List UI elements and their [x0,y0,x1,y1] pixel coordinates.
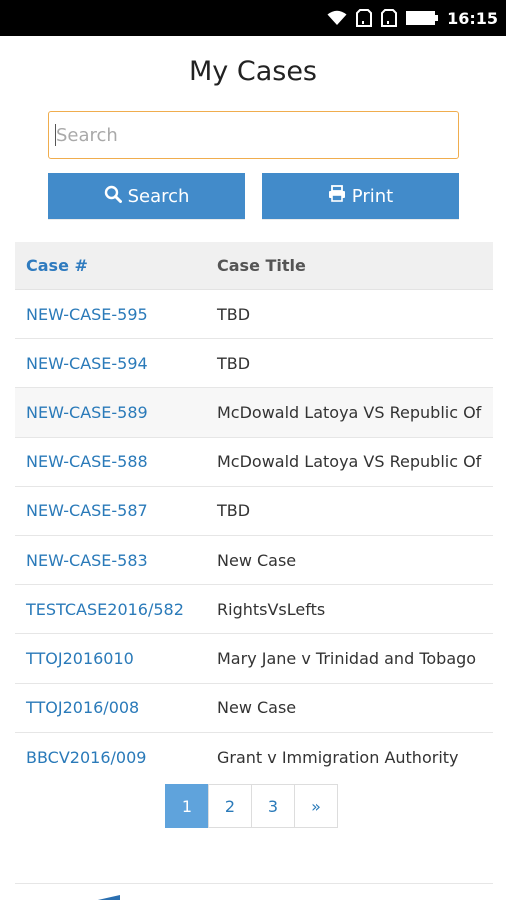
table-row[interactable]: NEW-CASE-587 TBD [15,487,493,536]
case-title: Grant v Immigration Authority [217,747,459,767]
wifi-icon [327,10,347,26]
search-icon [104,185,122,208]
battery-icon [406,11,439,25]
case-title: New Case [217,698,297,718]
case-title: RightsVsLefts [217,599,326,619]
table-row[interactable]: NEW-CASE-588 McDowald Latoya VS Republic… [15,438,493,487]
column-header-case-number[interactable]: Case # [15,256,207,275]
status-bar: 16:15 [0,0,506,36]
next-page-button[interactable]: » [294,784,338,828]
case-number-link[interactable]: NEW-CASE-594 [15,354,207,373]
case-number-link[interactable]: NEW-CASE-583 [15,551,207,570]
sim-icon [356,9,373,27]
text-cursor [55,124,56,146]
case-number-link[interactable]: BBCV2016/009 [15,748,207,767]
page-1-button[interactable]: 1 [165,784,209,828]
case-title: McDowald Latoya VS Republic Of [217,402,482,422]
table-row[interactable]: NEW-CASE-594 TBD [15,339,493,389]
table-row[interactable]: NEW-CASE-583 New Case [15,536,493,586]
case-number-link[interactable]: TTOJ2016/008 [15,698,207,717]
table-row[interactable]: BBCV2016/009 Grant v Immigration Authori… [15,733,493,782]
case-number-link[interactable]: NEW-CASE-587 [15,501,207,520]
table-row[interactable]: NEW-CASE-589 McDowald Latoya VS Republic… [15,388,493,438]
case-number-link[interactable]: TESTCASE2016/582 [15,600,207,619]
search-button[interactable]: Search [48,173,245,219]
column-header-case-title: Case Title [217,256,306,275]
table-row[interactable]: TTOJ2016/008 New Case [15,684,493,733]
case-number-link[interactable]: TTOJ2016010 [15,649,207,668]
case-number-link[interactable]: NEW-CASE-595 [15,305,207,324]
footer-divider [15,883,493,884]
case-title: TBD [217,353,251,373]
case-title: Mary Jane v Trinidad and Tobago [217,648,477,668]
search-button-label: Search [127,185,190,207]
print-button-label: Print [351,185,394,207]
case-title: McDowald Latoya VS Republic Of [217,452,482,472]
print-button[interactable]: Print [262,173,459,219]
printer-icon [328,185,346,207]
case-number-link[interactable]: NEW-CASE-589 [15,403,207,422]
search-input[interactable] [48,111,459,159]
pagination: 1 2 3 » [165,784,338,828]
table-row[interactable]: TESTCASE2016/582 RightsVsLefts [15,585,493,635]
page-2-button[interactable]: 2 [208,784,252,828]
footer-logo [80,891,120,900]
table-row[interactable]: NEW-CASE-595 TBD [15,290,493,340]
case-title: TBD [217,304,251,324]
page-3-button[interactable]: 3 [251,784,295,828]
cases-table: Case # Case Title NEW-CASE-595 TBD NEW-C… [15,242,493,782]
table-row[interactable]: TTOJ2016010 Mary Jane v Trinidad and Tob… [15,634,493,684]
sim-icon [381,9,398,27]
status-time: 16:15 [447,8,498,28]
case-title: New Case [217,550,297,570]
page-title: My Cases [189,56,317,87]
case-number-link[interactable]: NEW-CASE-588 [15,452,207,471]
case-title: TBD [217,501,251,521]
table-header: Case # Case Title [15,242,493,290]
